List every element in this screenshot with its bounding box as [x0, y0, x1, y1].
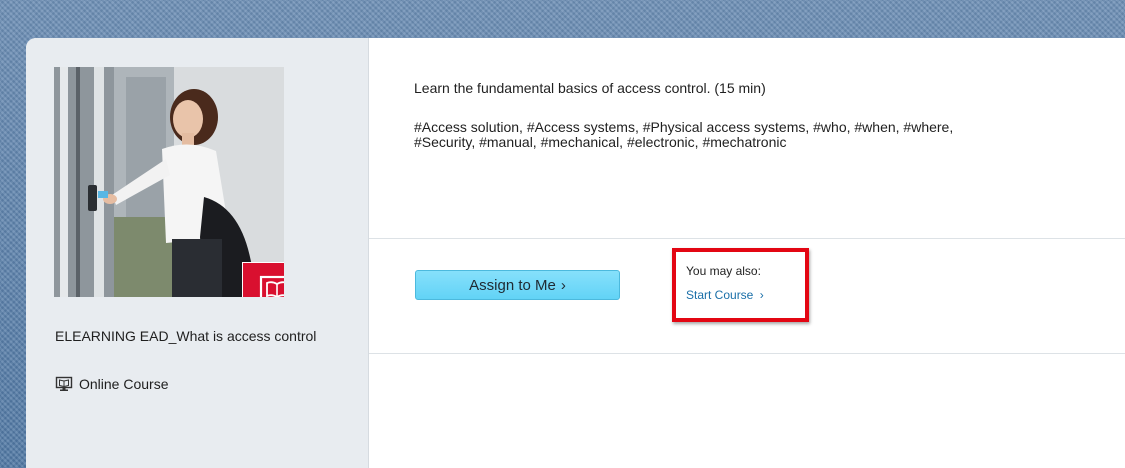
- course-details: Learn the fundamental basics of access c…: [369, 38, 1125, 468]
- online-course-badge: [242, 262, 284, 297]
- divider: [369, 238, 1125, 239]
- tags-line: #Access solution, #Access systems, #Phys…: [414, 119, 954, 135]
- chevron-right-icon: ›: [560, 276, 566, 294]
- you-may-also-label: You may also:: [686, 264, 761, 278]
- chevron-right-icon: ›: [759, 288, 764, 302]
- tags-line: #Security, #manual, #mechanical, #electr…: [414, 134, 787, 150]
- course-type: Online Course: [55, 376, 169, 392]
- assign-to-me-button[interactable]: Assign to Me ›: [415, 270, 620, 300]
- assign-label: Assign to Me: [469, 276, 556, 294]
- highlight-annotation-box: [672, 248, 809, 322]
- start-course-label: Start Course: [686, 288, 754, 302]
- divider: [369, 353, 1125, 354]
- course-description: Learn the fundamental basics of access c…: [414, 80, 766, 96]
- course-sidebar: ELEARNING EAD_What is access control Onl…: [26, 38, 369, 468]
- start-course-link[interactable]: Start Course ›: [686, 288, 764, 302]
- course-thumbnail: [54, 67, 284, 297]
- course-card: ELEARNING EAD_What is access control Onl…: [26, 38, 1125, 468]
- course-type-label: Online Course: [79, 376, 169, 392]
- monitor-book-icon: [55, 376, 73, 392]
- monitor-book-icon: [259, 275, 284, 297]
- course-tags: #Access solution, #Access systems, #Phys…: [414, 120, 1114, 150]
- course-title: ELEARNING EAD_What is access control: [55, 328, 317, 344]
